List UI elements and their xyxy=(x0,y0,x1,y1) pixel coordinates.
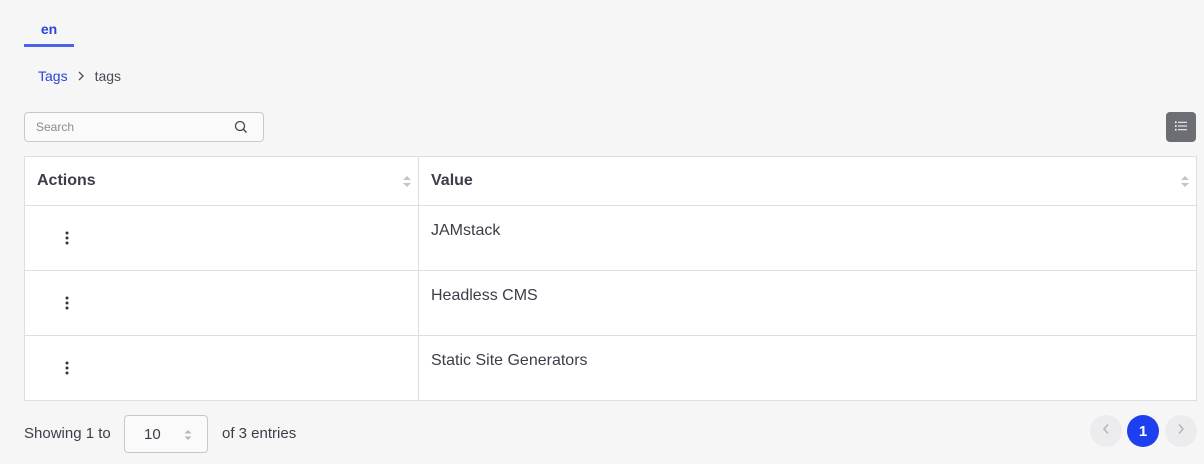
row-value-cell: JAMstack xyxy=(418,205,1197,271)
showing-suffix: of 3 entries xyxy=(222,425,297,442)
table-row: Static Site Generators xyxy=(24,335,1197,401)
breadcrumb: Tags tags xyxy=(38,66,121,86)
row-actions-cell xyxy=(24,335,419,401)
sort-icon[interactable] xyxy=(402,174,412,189)
chevron-left-icon xyxy=(1102,422,1110,440)
chevron-right-icon xyxy=(77,71,85,81)
row-value-cell: Static Site Generators xyxy=(418,335,1197,401)
tab-en[interactable]: en xyxy=(24,20,74,47)
page-size-value: 10 xyxy=(144,425,161,443)
page-size-select[interactable]: 10 xyxy=(124,415,208,453)
table-header-row: Actions Value xyxy=(24,156,1197,206)
kebab-icon[interactable] xyxy=(61,360,73,376)
table-row: JAMstack xyxy=(24,205,1197,271)
breadcrumb-current: tags xyxy=(94,68,122,84)
column-header-label: Actions xyxy=(37,172,96,189)
list-icon xyxy=(1175,118,1187,136)
updown-icon xyxy=(183,428,193,442)
page-button-current[interactable]: 1 xyxy=(1127,415,1159,447)
breadcrumb-tags-link[interactable]: Tags xyxy=(38,68,68,84)
sort-icon[interactable] xyxy=(1180,174,1190,189)
kebab-icon[interactable] xyxy=(61,230,73,246)
row-actions-cell xyxy=(24,270,419,336)
search-input[interactable] xyxy=(36,114,236,140)
showing-prefix: Showing 1 to xyxy=(24,425,111,442)
search-box xyxy=(24,112,264,142)
list-view-button[interactable] xyxy=(1166,112,1196,142)
next-page-button[interactable] xyxy=(1165,415,1197,447)
row-actions-cell xyxy=(24,205,419,271)
column-header-label: Value xyxy=(431,172,473,189)
table-row: Headless CMS xyxy=(24,270,1197,336)
kebab-icon[interactable] xyxy=(61,295,73,311)
column-header-actions[interactable]: Actions xyxy=(24,156,419,206)
chevron-right-icon xyxy=(1177,422,1185,440)
column-header-value[interactable]: Value xyxy=(418,156,1197,206)
row-value-cell: Headless CMS xyxy=(418,270,1197,336)
tags-table: Actions Value JAMstack Headless CMS Stat… xyxy=(24,156,1197,401)
search-icon[interactable] xyxy=(234,120,248,134)
prev-page-button[interactable] xyxy=(1090,415,1122,447)
